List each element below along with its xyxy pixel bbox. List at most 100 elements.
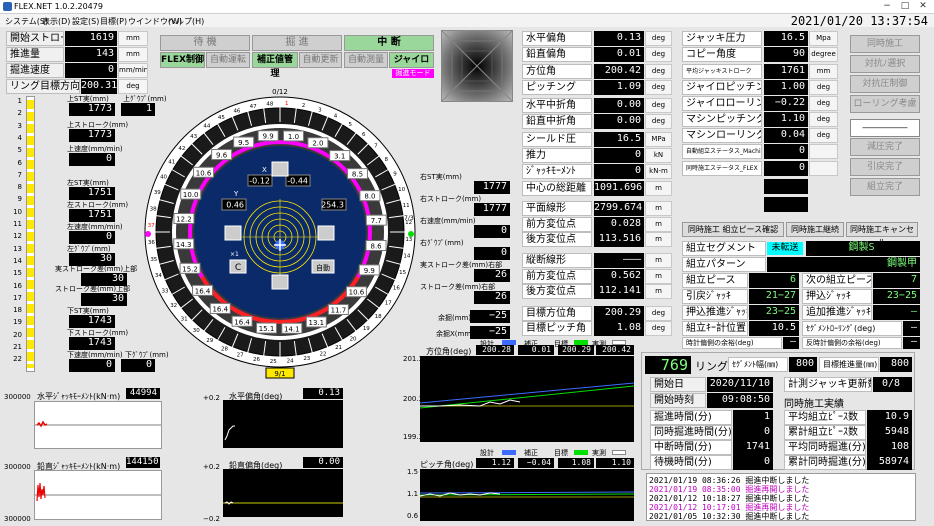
nav-unit: deg [645,47,672,62]
ring-stat-label: 累計同時掘進(分) [784,455,866,470]
maximize-button[interactable]: □ [898,1,912,13]
dist-unit: deg [645,306,672,321]
menu-display[interactable]: 表示(D) [42,16,70,27]
jack-update-value: 0/8 [873,377,912,392]
jack-extra-1 [764,179,808,194]
gyro-button[interactable]: ジャイロ [389,52,434,68]
target-advance-value: 800 [880,357,912,372]
nav-value: 0.00 [594,114,644,129]
jack-label: ジャイロローリング [682,96,762,111]
ring-target-value: 200.31 [81,79,117,94]
nav-unit: deg [645,98,672,113]
correction-button[interactable]: 補正値管理 [252,52,298,79]
dist-value: 1.08 [594,321,644,336]
auto-update-button[interactable]: 自動更新 [299,52,342,68]
minimize-button[interactable]: − [880,1,894,13]
pattern-label: 組立パターン [682,257,766,272]
start-time-value: 09:08:50 [707,393,773,408]
dist-unit: m [645,269,672,284]
nav-value: 0 [594,164,644,179]
sim-cancel-button[interactable]: 同時施工キャンセル [846,222,918,247]
h-dev-top: +0.2 [203,394,220,402]
side-button[interactable]: 減圧完了 [850,138,920,156]
dist-label: 前方変位点 [522,217,592,232]
side-button[interactable]: ――――― [850,119,920,137]
dist-value: 113.516 [594,232,644,247]
jack-value: 0.04 [764,128,808,143]
dist-unit: deg [645,321,672,336]
dial-outer-number: 27 [237,353,244,359]
dial-bottom-label: 9/1 [274,370,285,378]
dial-outer-number: 25 [270,359,277,365]
stroke-bar-fill [27,100,34,368]
dial-outer-number: 15 [399,270,406,276]
flex-control-button[interactable]: FLEX制御 [160,52,205,68]
dial-outer-number: 48 [266,101,273,107]
jack-value: 0 [764,161,808,176]
dial-auto-label: 自動 [316,263,330,272]
event-log[interactable]: 2021/01/19 08:36:26 掘進中断しました 2021/01/19 0… [646,473,916,521]
dial-x-label: X [262,166,267,174]
close-button[interactable]: ✕ [916,1,930,13]
next-piece-label: 次の組立ピース [802,273,872,288]
add-jack-label: 追加推進ｼﾞｬｯｷ [802,305,872,320]
suspend-button[interactable]: 中 断 [344,35,434,51]
side-button[interactable]: ローリング考慮 [850,95,920,113]
jack-extra-2 [764,197,808,212]
dial-outer-number: 33 [162,289,169,295]
dial-segment-value: 14.3 [176,241,192,249]
dial-segment-value: 9.6 [216,152,228,160]
excavate-button[interactable]: 掘 進 [252,35,342,51]
log-message: 掘進中断しました [745,476,810,485]
dial-outer-number: 36 [148,240,155,246]
auto-survey-button[interactable]: 自動測量 [344,52,388,68]
sim-continue-button[interactable]: 同時施工継続 [786,222,844,237]
dial-y1-value: 0.46 [226,201,244,210]
dist-value: 1091.696 [594,181,644,196]
dial-outer-number: 19 [363,326,370,332]
stroke-value: 1773 [69,129,115,142]
jack-label: ジャッキ圧力 [682,31,762,46]
menu-help[interactable]: ヘルプ(H) [168,16,204,27]
bar-scale-number: 10 [13,207,22,216]
pt-swatch-design [502,450,516,455]
nav-label: ピッチング [522,80,592,95]
dial-segment-value: 9.5 [238,139,249,147]
log-message: 掘進再開しました [745,503,810,512]
log-message: 掘進中断しました [745,512,810,521]
pt-legend-actual: 実測 [592,449,606,457]
side-button[interactable]: 対抗圧制御 [850,75,920,93]
menu-target[interactable]: 目標(P) [100,16,127,27]
nav-label: ｼﾞｬｯｷﾓｰﾒﾝﾄ [522,164,592,179]
app-icon [3,2,12,11]
side-button[interactable]: 対抗ﾉ選択 [850,55,920,73]
side-button[interactable]: 引戻完了 [850,158,920,176]
side-button[interactable]: 組立完了 [850,178,920,196]
stroke-value: 1751 [69,209,115,222]
ring-stat-value: 10.9 [867,410,912,425]
dial-segment-value: 11.7 [331,306,347,314]
jack-label: コピー角度 [682,47,762,62]
menu-settings[interactable]: 設定(S) [72,16,99,27]
h-moment-plot [34,401,162,449]
v-dev-plot [223,469,343,517]
bar-scale-number: 9 [17,195,22,204]
log-entry: 2021/01/12 10:17:01 掘進再開しました [649,503,913,512]
pattern-value: 鋼製甲 [767,257,920,272]
dial-segment-value: 15.1 [259,325,275,333]
jack-label: 平均ジャッキストローク [682,64,762,79]
clock-display: 2021/01/20 13:37:54 [790,14,928,28]
pt-val-actual: 1.10 [596,458,634,468]
segment-dial[interactable]: 1 2 3 4 5 6 7 8 9 10 11 12 13 14 15 16 17 18 19 20 21 22 23 24 2… [142,72,418,388]
speed-label: 掘進速度 [6,63,64,78]
sim-confirm-button[interactable]: 同時施工 組立ピース確認 [682,222,784,237]
jack-value: 1761 [764,64,808,79]
nav-unit: kN-m [645,164,672,179]
side-button-column: 同時施工対抗ﾉ選択対抗圧制御ローリング考慮 ――――― 減圧完了引戻完了組立完了 [850,35,920,196]
side-button[interactable]: 同時施工 [850,35,920,53]
dist-label: 目標方位角 [522,306,592,321]
dial-outer-number: 42 [178,146,185,152]
auto-run-button[interactable]: 自動運転 [206,52,250,68]
standby-button[interactable]: 待 機 [160,35,250,51]
dial-outer-number: 46 [233,108,240,114]
